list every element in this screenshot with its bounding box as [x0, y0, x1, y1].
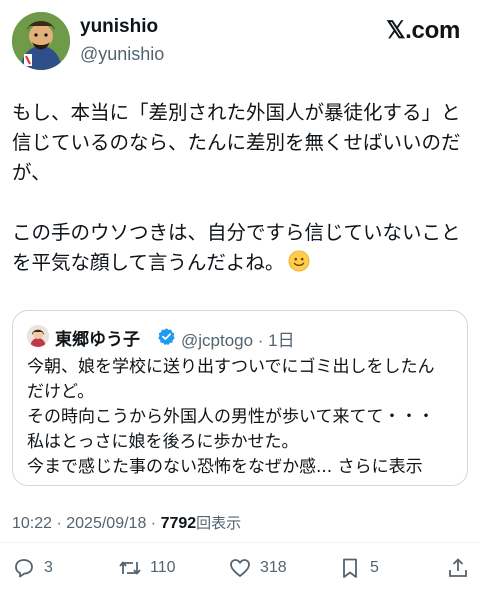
- bookmark-count: 5: [370, 559, 379, 576]
- bookmark-button[interactable]: 5: [338, 556, 379, 580]
- share-button[interactable]: [446, 556, 470, 580]
- timestamp[interactable]: 10:22 · 2025/09/18 ·: [12, 515, 161, 532]
- like-button[interactable]: 318: [228, 556, 287, 580]
- heart-icon: [230, 559, 250, 577]
- post-meta: 10:22 · 2025/09/18 · 7792回表示: [12, 512, 241, 533]
- like-count: 318: [260, 559, 287, 576]
- reply-button[interactable]: 3: [12, 556, 53, 580]
- user-handle[interactable]: @yunishio: [80, 44, 164, 65]
- x-logo: 𝕏.com: [386, 17, 460, 44]
- quoted-handle[interactable]: @jcptogo · 1日: [181, 326, 295, 351]
- display-name[interactable]: yunishio: [80, 16, 158, 38]
- action-bar: 3 110 318 5: [0, 552, 480, 586]
- quoted-text: 今朝、娘を学校に送り出すついでにゴミ出しをしたん だけど。 その時向こうから外国…: [27, 357, 435, 477]
- avatar[interactable]: [12, 12, 70, 70]
- reply-icon: [15, 559, 33, 578]
- post-text: もし、本当に「差別された外国人が暴徒化する」と 信じているのなら、たんに差別を無…: [12, 98, 464, 278]
- quoted-display-name[interactable]: 東郷ゆう子: [55, 325, 140, 350]
- post-text-content: もし、本当に「差別された外国人が暴徒化する」と 信じているのなら、たんに差別を無…: [12, 101, 461, 274]
- divider: [0, 542, 480, 543]
- view-count: 7792: [160, 515, 197, 532]
- repost-button[interactable]: 110: [118, 556, 176, 580]
- view-label: 回表示: [196, 514, 242, 532]
- repost-count: 110: [150, 559, 176, 576]
- quoted-avatar[interactable]: [27, 325, 49, 347]
- repost-icon: [119, 561, 141, 575]
- reply-count: 3: [44, 559, 53, 576]
- bookmark-icon: [343, 558, 357, 578]
- verified-badge-icon: [158, 328, 175, 346]
- share-icon: [449, 558, 467, 577]
- slightly-smiling-face-icon: [288, 250, 310, 272]
- quoted-post[interactable]: 東郷ゆう子 @jcptogo · 1日 今朝、娘を学校に送り出すついでにゴミ出し…: [12, 310, 468, 486]
